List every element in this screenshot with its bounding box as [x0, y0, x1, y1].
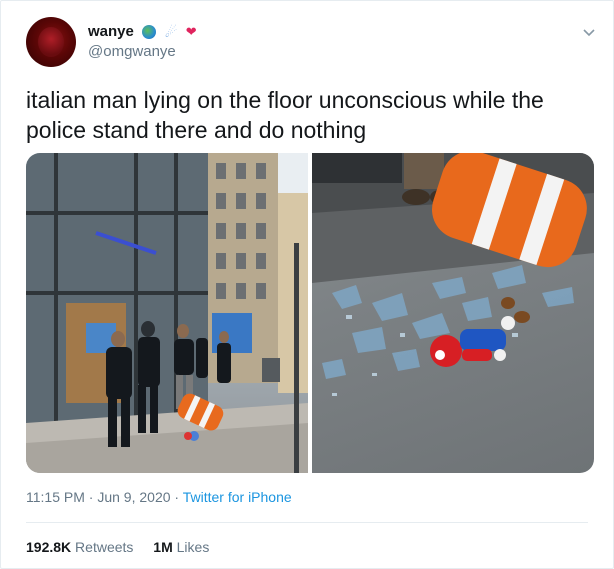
- likes-count: 1M: [153, 539, 173, 555]
- globe-icon: [142, 24, 157, 39]
- meta-separator: ·: [174, 489, 180, 505]
- toy-photo-drawing: [312, 153, 594, 396]
- tweet-meta: 11:15 PM · Jun 9, 2020 · Twitter for iPh…: [26, 489, 292, 505]
- tweet-media[interactable]: [26, 153, 594, 473]
- tweet-header: wanye ☄ ❤ @omgwanye: [26, 17, 596, 69]
- tweet-date[interactable]: Jun 9, 2020: [97, 489, 170, 505]
- comet-icon: ☄: [164, 23, 178, 40]
- user-handle[interactable]: @omgwanye: [88, 43, 197, 60]
- avatar-image: [38, 27, 64, 57]
- tweet-text: italian man lying on the floor unconscio…: [26, 87, 544, 143]
- media-photo-toy[interactable]: [312, 153, 594, 473]
- tweet-time[interactable]: 11:15 PM: [26, 489, 85, 505]
- display-name[interactable]: wanye: [88, 23, 134, 40]
- chevron-down-icon[interactable]: [582, 25, 596, 39]
- media-photo-street[interactable]: [26, 153, 308, 473]
- tweet-source-link[interactable]: Twitter for iPhone: [183, 489, 292, 505]
- avatar[interactable]: [26, 17, 76, 67]
- tweet-stats: 192.8K Retweets 1M Likes: [26, 539, 225, 555]
- likes-stat[interactable]: 1M Likes: [153, 539, 209, 555]
- street-photo-drawing: [26, 153, 308, 473]
- heart-icon: ❤: [185, 23, 197, 39]
- retweets-stat[interactable]: 192.8K Retweets: [26, 539, 137, 555]
- tweet-card: wanye ☄ ❤ @omgwanye italian man lying on…: [0, 0, 614, 569]
- retweets-label: Retweets: [75, 539, 134, 555]
- likes-label: Likes: [176, 539, 210, 555]
- retweets-count: 192.8K: [26, 539, 72, 555]
- meta-separator: ·: [88, 489, 94, 505]
- divider: [26, 522, 588, 523]
- author-names: wanye ☄ ❤ @omgwanye: [88, 23, 197, 60]
